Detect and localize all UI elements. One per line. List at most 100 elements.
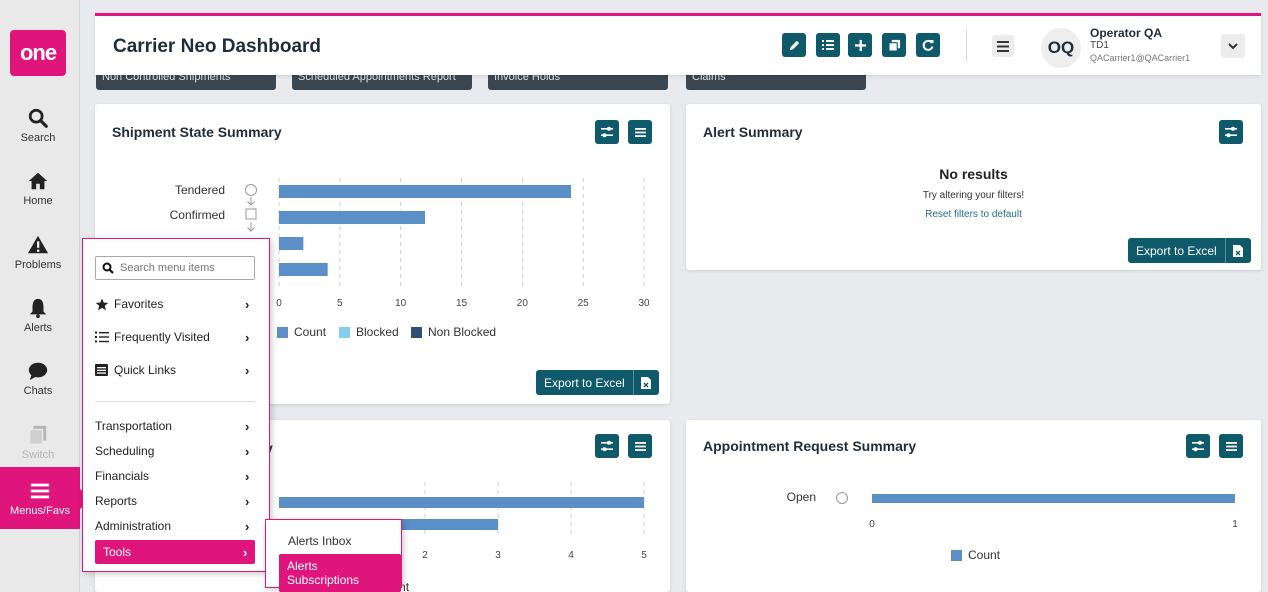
menu-item-reports-label: Reports bbox=[95, 494, 138, 508]
bell-icon bbox=[29, 298, 47, 318]
switch-icon bbox=[29, 425, 47, 445]
menu-item-transportation-label: Transportation bbox=[95, 419, 172, 433]
shipment-export-label: Export to Excel bbox=[544, 375, 625, 390]
menu-search-box[interactable] bbox=[95, 256, 255, 280]
edit-button[interactable] bbox=[782, 33, 806, 57]
menu-item-transportation[interactable]: Transportation › bbox=[95, 415, 257, 437]
nav-switch[interactable]: Switch bbox=[0, 412, 76, 472]
bar[interactable] bbox=[872, 494, 1235, 503]
copy-button[interactable] bbox=[882, 33, 906, 57]
chevron-right-icon: › bbox=[245, 418, 250, 434]
plus-icon bbox=[854, 39, 866, 51]
appointment-summary-card: Appointment Request Summary Open 01 Coun… bbox=[686, 420, 1261, 592]
alert-card-title: Alert Summary bbox=[703, 124, 803, 140]
user-dropdown-button[interactable] bbox=[1221, 34, 1245, 58]
menu-item-tools[interactable]: Tools › bbox=[95, 540, 255, 564]
menu-item-financials-label: Financials bbox=[95, 469, 150, 483]
nav-search[interactable]: Search bbox=[0, 95, 76, 155]
menu-item-reports[interactable]: Reports › bbox=[95, 490, 257, 512]
menu-item-quick-links[interactable]: Quick Links › bbox=[95, 359, 257, 381]
bar[interactable] bbox=[279, 497, 644, 508]
bar[interactable] bbox=[279, 263, 328, 276]
menu-item-administration[interactable]: Administration › bbox=[95, 515, 257, 537]
menus-favs-popup: Favorites › Frequently Visited › Quick L… bbox=[82, 238, 270, 572]
appointment-legend-count-label: Count bbox=[968, 548, 1001, 562]
x-tick-label: 0 bbox=[276, 298, 282, 309]
menu-search-input[interactable] bbox=[120, 262, 240, 274]
menu-item-scheduling[interactable]: Scheduling › bbox=[95, 440, 257, 462]
menu-item-financials[interactable]: Financials › bbox=[95, 465, 257, 487]
x-tick-label: 10 bbox=[395, 298, 407, 309]
x-tick-label: 20 bbox=[517, 298, 529, 309]
submenu-item-alerts-inbox[interactable]: Alerts Inbox bbox=[288, 534, 351, 548]
bar[interactable] bbox=[279, 237, 304, 250]
excel-file-icon bbox=[1233, 244, 1244, 257]
x-tick-label: 5 bbox=[641, 550, 647, 561]
nav-menus-favs[interactable]: Menus/Favs bbox=[0, 467, 92, 529]
x-tick-label: 3 bbox=[495, 550, 501, 561]
header-menu-button[interactable] bbox=[992, 35, 1014, 57]
refresh-icon bbox=[922, 39, 934, 51]
list-button[interactable] bbox=[816, 33, 840, 57]
no-results-text: No results bbox=[939, 166, 1008, 182]
tile-claims[interactable]: Claims bbox=[686, 73, 866, 90]
menu-item-scheduling-label: Scheduling bbox=[95, 444, 155, 458]
one-logo[interactable]: one bbox=[10, 30, 66, 76]
reset-filters-link[interactable]: Reset filters to default bbox=[686, 209, 1261, 220]
submenu-item-alerts-subscriptions[interactable]: Alerts Subscriptions bbox=[279, 554, 401, 592]
nav-search-label: Search bbox=[20, 131, 56, 144]
tile-scheduled-appointments[interactable]: Scheduled Appointments Report bbox=[292, 73, 472, 90]
x-tick-label: 30 bbox=[638, 298, 650, 309]
chevron-right-icon: › bbox=[245, 443, 250, 459]
x-tick-label: 4 bbox=[568, 550, 574, 561]
nav-home-label: Home bbox=[23, 194, 53, 207]
filters-hint: Try altering your filters! bbox=[922, 190, 1025, 201]
sliders-icon bbox=[1225, 126, 1237, 138]
legend-blocked-label: Blocked bbox=[356, 325, 399, 339]
x-tick-label: 15 bbox=[456, 298, 468, 309]
legend-count: Count bbox=[277, 325, 326, 339]
nav-alerts-label: Alerts bbox=[23, 321, 53, 334]
user-email: QACarrier1@QACarrier1 bbox=[1090, 53, 1191, 63]
nav-problems[interactable]: Problems bbox=[0, 222, 76, 282]
nav-problems-label: Problems bbox=[14, 258, 62, 271]
user-td: TD1 bbox=[1090, 40, 1109, 51]
page-title: Carrier Neo Dashboard bbox=[113, 36, 322, 57]
alert-filter-button[interactable] bbox=[1219, 120, 1243, 144]
shipment-export-button[interactable]: Export to Excel bbox=[536, 370, 659, 395]
menu-item-frequently-visited[interactable]: Frequently Visited › bbox=[95, 326, 257, 348]
nav-home[interactable]: Home bbox=[0, 158, 76, 218]
bar[interactable] bbox=[279, 185, 571, 198]
alert-export-label: Export to Excel bbox=[1136, 243, 1217, 258]
chevron-right-icon: › bbox=[243, 544, 248, 560]
avatar[interactable]: OQ bbox=[1041, 28, 1081, 68]
menu-item-favorites[interactable]: Favorites › bbox=[95, 293, 257, 315]
chevron-right-icon: › bbox=[245, 329, 250, 345]
bar[interactable] bbox=[279, 211, 425, 224]
chevron-right-icon: › bbox=[245, 518, 250, 534]
legend-blocked: Blocked bbox=[339, 325, 399, 339]
add-button[interactable] bbox=[848, 33, 872, 57]
excel-file-icon bbox=[641, 376, 652, 389]
refresh-button[interactable] bbox=[916, 33, 940, 57]
tools-submenu: Alerts Inbox Alerts Subscriptions bbox=[265, 519, 402, 592]
star-icon bbox=[95, 298, 109, 310]
copy-icon bbox=[887, 39, 900, 52]
tile-invoice-holds[interactable]: Invoice Holds bbox=[488, 73, 668, 90]
alert-export-button[interactable]: Export to Excel bbox=[1128, 238, 1251, 263]
search-icon bbox=[28, 108, 48, 128]
menu-item-administration-label: Administration bbox=[95, 519, 172, 533]
tile-non-controlled[interactable]: Non Controlled Shipments bbox=[96, 73, 276, 90]
nav-chats[interactable]: Chats bbox=[0, 348, 76, 408]
chevron-right-icon: › bbox=[245, 362, 250, 378]
chevron-right-icon: › bbox=[245, 493, 250, 509]
nav-switch-label: Switch bbox=[21, 448, 55, 461]
pencil-icon bbox=[789, 40, 799, 50]
menu-item-quick-links-label: Quick Links bbox=[114, 363, 177, 377]
home-icon bbox=[28, 172, 48, 189]
nav-alerts[interactable]: Alerts bbox=[0, 285, 76, 345]
appointment-legend-count: Count bbox=[951, 548, 1000, 562]
legend-count-label: Count bbox=[294, 325, 327, 339]
x-tick-label: 25 bbox=[578, 298, 590, 309]
chevron-right-icon: › bbox=[245, 468, 250, 484]
